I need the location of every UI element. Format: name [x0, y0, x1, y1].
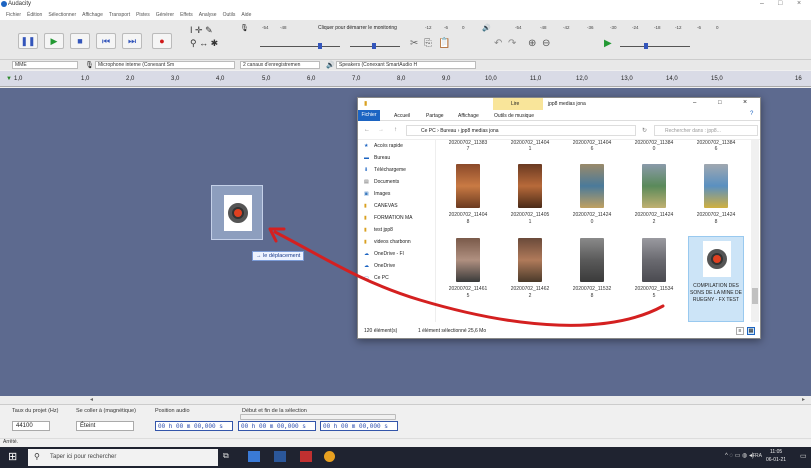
snap-to-select[interactable]: Éteint — [76, 421, 134, 431]
status-text: Arrêté. — [3, 439, 19, 445]
project-rate-select[interactable]: 44100 — [12, 421, 50, 431]
media-taskbar-icon[interactable] — [300, 451, 312, 462]
audio-position-label: Position audio — [155, 408, 190, 414]
taskbar-search-input[interactable]: ⚲ Taper ici pour rechercher — [28, 449, 218, 466]
search-icon: ⚲ — [34, 452, 40, 461]
audio-position-field[interactable]: 00 h 00 m 00,000 s — [155, 421, 233, 431]
word-taskbar-icon[interactable] — [274, 451, 286, 462]
notification-icon[interactable]: ▭ — [800, 452, 807, 460]
windows-start-icon[interactable]: ⊞ — [8, 450, 17, 463]
selection-toolbar: Taux du projet (Hz) Se coller à (magnéti… — [0, 404, 811, 438]
project-rate-label: Taux du projet (Hz) — [12, 408, 59, 414]
tray-icons[interactable]: ^ ◌ ▭ ◍ ◂) — [725, 452, 754, 459]
selection-end-field[interactable]: 00 h 00 m 00,000 s — [320, 421, 398, 431]
audacity-taskbar-icon[interactable] — [324, 451, 335, 462]
file-explorer-taskbar-icon[interactable] — [248, 451, 260, 462]
selection-mode-select[interactable] — [240, 414, 396, 420]
task-view-icon[interactable]: ⧉ — [223, 451, 229, 461]
snap-to-label: Se coller à (magnétique) — [76, 408, 136, 414]
language-indicator[interactable]: FRA — [752, 453, 762, 459]
status-bar: Arrêté. — [0, 438, 811, 447]
search-placeholder: Taper ici pour rechercher — [50, 454, 117, 460]
clock-date[interactable]: 06-01-21 — [766, 457, 786, 463]
selection-start-field[interactable]: 00 h 00 m 00,000 s — [238, 421, 316, 431]
drag-arrow — [268, 227, 665, 327]
clock-time[interactable]: 11:05 — [770, 449, 782, 455]
